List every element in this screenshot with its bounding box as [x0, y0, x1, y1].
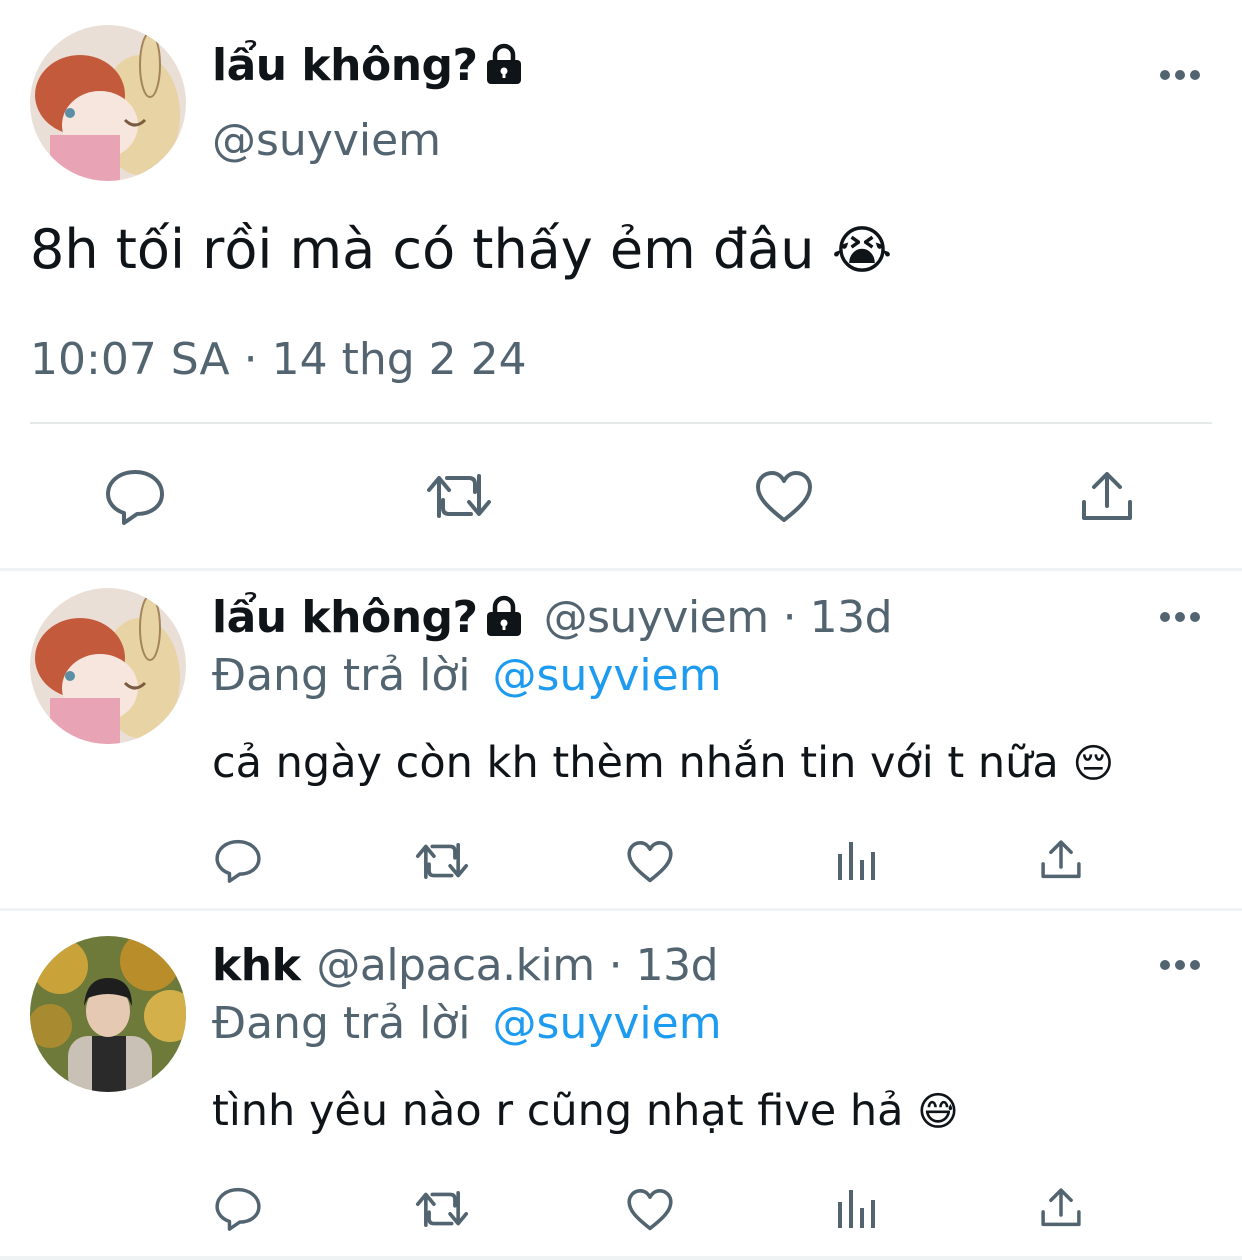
like-icon[interactable]	[626, 840, 674, 884]
display-name[interactable]: lẩu không?	[212, 592, 478, 643]
replying-to-label: Đang trả lời	[212, 650, 471, 701]
reply-icon[interactable]	[214, 838, 262, 884]
share-icon[interactable]	[1080, 470, 1134, 524]
avatar[interactable]	[30, 936, 186, 1092]
display-name[interactable]: lẩu không?	[212, 40, 478, 91]
handle[interactable]: @suyviem	[212, 115, 441, 166]
reply-icon[interactable]	[104, 468, 166, 526]
retweet-icon[interactable]	[425, 470, 493, 522]
tweet-text: cả ngày còn kh thèm nhắn tin với t nữa	[212, 738, 1059, 788]
section-divider	[0, 568, 1242, 571]
more-options-icon[interactable]	[1160, 70, 1200, 82]
share-icon[interactable]	[1040, 1186, 1082, 1230]
tweet-text: tình yêu nào r cũng nhạt five hả	[212, 1086, 904, 1136]
retweet-icon[interactable]	[414, 840, 470, 882]
crying-emoji: 😭	[831, 221, 893, 281]
tweet-text: 8h tối rồi mà có thấy ẻm đâu	[30, 218, 815, 281]
views-icon[interactable]	[836, 1188, 878, 1230]
like-icon[interactable]	[626, 1188, 674, 1232]
lock-icon	[486, 43, 521, 84]
divider	[30, 422, 1212, 424]
like-icon[interactable]	[754, 470, 814, 524]
display-name[interactable]: khk	[212, 940, 301, 991]
avatar[interactable]	[30, 588, 186, 744]
lock-icon	[486, 595, 521, 636]
views-icon[interactable]	[836, 840, 878, 882]
replying-to-link[interactable]: @suyviem	[493, 998, 722, 1049]
replying-to-link[interactable]: @suyviem	[493, 650, 722, 701]
tweet-age[interactable]: · 13d	[783, 592, 893, 643]
sweat-smile-emoji: 😅	[917, 1089, 959, 1135]
replying-to-label: Đang trả lời	[212, 998, 471, 1049]
reply-icon[interactable]	[214, 1186, 262, 1232]
section-divider	[0, 908, 1242, 911]
tweet-age[interactable]: · 13d	[609, 940, 719, 991]
share-icon[interactable]	[1040, 838, 1082, 882]
section-divider	[0, 1256, 1242, 1260]
pensive-emoji: 😔	[1072, 741, 1115, 787]
timestamp[interactable]: 10:07 SA · 14 thg 2 24	[30, 334, 527, 385]
retweet-icon[interactable]	[414, 1188, 470, 1230]
handle[interactable]: @suyviem	[544, 592, 770, 643]
handle[interactable]: @alpaca.kim	[316, 940, 595, 991]
more-options-icon[interactable]	[1160, 612, 1200, 624]
avatar[interactable]	[30, 25, 186, 181]
more-options-icon[interactable]	[1160, 960, 1200, 972]
